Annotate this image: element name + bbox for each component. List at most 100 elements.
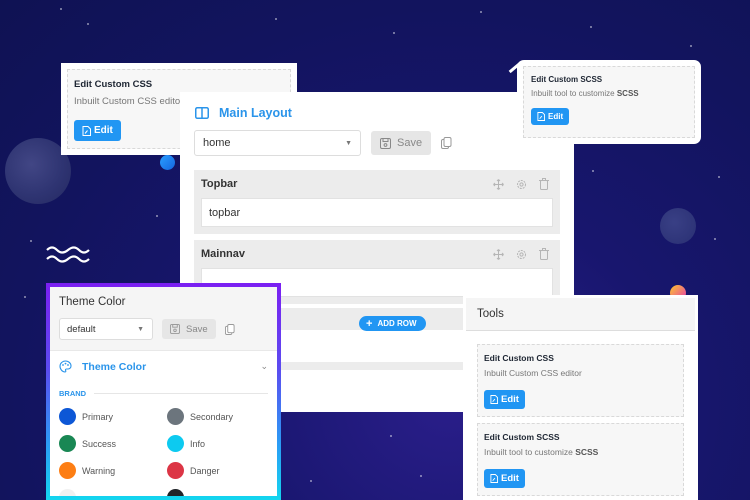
color-dot [167,408,184,425]
custom-scss-edit-button[interactable]: Edit [531,108,570,125]
swatch-danger[interactable]: Danger [167,462,267,479]
description-text: Inbuilt tool to customize [484,447,576,457]
tool-item-custom-css: Edit Custom CSS Inbuilt Custom CSS edito… [477,344,684,417]
tool-edit-button[interactable]: Edit [484,390,525,409]
row-actions [493,178,549,190]
layout-save-button[interactable]: Save [371,131,432,155]
star [590,26,592,28]
row-actions [493,248,549,260]
swatch-warning[interactable]: Warning [59,462,167,479]
swatch-grid: Primary Secondary Success Info Warning D… [50,398,277,496]
star [87,23,89,25]
swatch-primary[interactable]: Primary [59,408,167,425]
gear-icon[interactable] [516,179,527,190]
main-layout-title: Main Layout [219,106,292,120]
row-header: Topbar [201,178,553,190]
divider [94,393,268,394]
theme-select[interactable]: default ▼ [59,318,153,340]
swatch-dark[interactable] [167,489,267,496]
layout-select-value: home [203,137,231,149]
swatch-secondary[interactable]: Secondary [167,408,267,425]
tool-description: Inbuilt Custom CSS editor [484,368,677,378]
description-text: Inbuilt Custom CSS editor [484,368,582,378]
edit-label: Edit [94,125,113,136]
star [714,238,716,240]
move-icon[interactable] [493,248,504,260]
copy-icon[interactable] [224,323,235,335]
star [690,45,692,47]
tools-header: Tools [466,298,695,331]
tool-edit-button[interactable]: Edit [484,469,525,488]
gear-icon[interactable] [516,249,527,260]
trash-icon[interactable] [539,178,549,190]
custom-scss-description: Inbuilt tool to customize SCSS [531,89,687,98]
brand-group-label: BRAND [50,373,277,398]
row-title: Mainnav [201,248,246,260]
tool-description: Inbuilt tool to customize SCSS [484,447,677,457]
custom-css-edit-button[interactable]: Edit [74,120,121,141]
swatch-label: Secondary [190,411,234,422]
star [393,32,395,34]
tools-panel: Tools Edit Custom CSS Inbuilt Custom CSS… [463,295,698,500]
row-header: Mainnav [201,248,553,260]
swatch-info[interactable]: Info [167,435,267,452]
save-icon [170,324,180,334]
theme-save-button[interactable]: Save [162,319,216,339]
file-edit-icon [82,125,91,136]
theme-select-value: default [67,323,96,335]
section-header: Theme Color [59,360,146,373]
section-title: Theme Color [82,360,147,373]
swatch-light[interactable] [59,489,167,496]
palette-icon [59,360,72,373]
description-bold: SCSS [575,447,599,457]
theme-color-header: Theme Color default ▼ Save [50,287,277,351]
color-dot [59,489,76,496]
theme-controls: default ▼ Save [59,318,268,340]
star [310,480,312,482]
group-label: BRAND [59,389,87,398]
file-edit-icon [537,112,545,121]
move-icon[interactable] [493,178,504,190]
color-dot [167,489,184,496]
edit-label: Edit [501,473,519,484]
layout-row-topbar: Topbar topbar [194,170,560,234]
edit-label: Edit [501,394,519,405]
edit-label: Edit [548,112,564,121]
custom-scss-box: Edit Custom SCSS Inbuilt tool to customi… [523,66,695,138]
copy-icon[interactable] [441,137,452,149]
add-row-label: ADD ROW [377,319,417,328]
theme-color-section-toggle[interactable]: Theme Color ⌄ [50,351,277,373]
swatch-label: Primary [82,411,113,422]
waves-icon [46,246,90,263]
tool-title: Edit Custom CSS [484,353,554,363]
star [718,176,720,178]
star [24,296,26,298]
star [156,215,158,217]
tool-title: Edit Custom SCSS [484,432,560,442]
custom-css-title: Edit Custom CSS [74,79,153,90]
tools-list: Edit Custom CSS Inbuilt Custom CSS edito… [466,331,695,496]
add-row-button[interactable]: + ADD ROW [359,316,426,331]
star [60,8,62,10]
file-edit-icon [490,474,498,483]
layout-select[interactable]: home ▼ [194,130,361,156]
file-edit-icon [490,395,498,404]
layout-controls: home ▼ Save [194,130,560,156]
color-dot [59,435,76,452]
swatch-success[interactable]: Success [59,435,167,452]
swatch-label: Success [82,438,117,449]
color-dot [167,462,184,479]
swatch-label: Danger [190,465,220,476]
caret-down-icon: ▼ [345,139,352,147]
swatch-label: Warning [82,465,116,476]
theme-color-panel: Theme Color default ▼ Save Theme Color ⌄… [46,283,281,500]
description-text: Inbuilt tool to customize [531,89,617,98]
row-title: Topbar [201,178,238,190]
chevron-down-icon: ⌄ [260,361,268,371]
save-label: Save [397,137,423,149]
description-bold: SCSS [616,89,639,98]
row-content[interactable]: topbar [201,198,553,227]
trash-icon[interactable] [539,248,549,260]
blue-orb [160,155,175,170]
star [275,18,277,20]
